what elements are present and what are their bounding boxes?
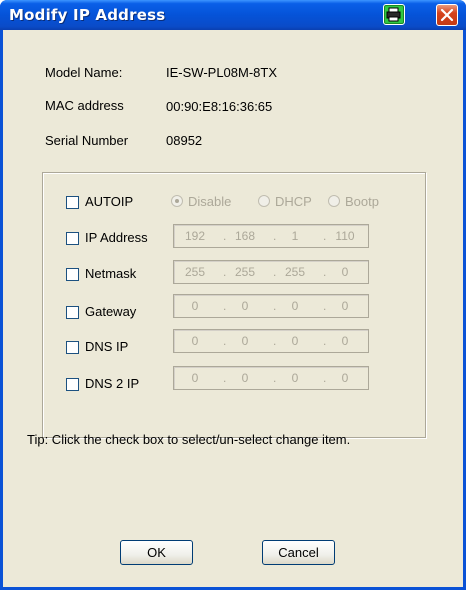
octet-3: 1	[291, 229, 299, 243]
octet-dot: .	[323, 265, 327, 279]
octet-dot: .	[223, 265, 227, 279]
serial-number-value: 08952	[166, 133, 203, 148]
octet-3: 0	[291, 371, 299, 385]
octet-4: 0	[341, 371, 349, 385]
octet-4: 0	[341, 299, 349, 313]
settings-group: AUTOIP Disable DHCP Bootp IP Address 192…	[42, 172, 426, 438]
dns-ip-field[interactable]: 0 . 0 . 0 . 0	[173, 329, 369, 353]
dns-ip-row: DNS IP 0 . 0 . 0 . 0	[43, 329, 463, 360]
dns-ip-label: DNS IP	[85, 339, 129, 354]
octet-1: 0	[191, 299, 199, 313]
radio-bootp-label: Bootp	[345, 194, 379, 209]
octet-2: 0	[241, 299, 249, 313]
close-icon	[440, 8, 454, 22]
octet-3: 0	[291, 299, 299, 313]
radio-dhcp[interactable]	[258, 195, 270, 207]
octet-dot: .	[273, 265, 277, 279]
dialog-body: Model Name: IE-SW-PL08M-8TX MAC address …	[3, 30, 463, 587]
octet-3: 0	[291, 334, 299, 348]
dns2-ip-checkbox[interactable]	[66, 378, 79, 391]
netmask-checkbox[interactable]	[66, 268, 79, 281]
octet-dot: .	[273, 229, 277, 243]
octet-3: 255	[284, 265, 306, 279]
ip-address-label: IP Address	[85, 230, 148, 245]
octet-2: 0	[241, 334, 249, 348]
gateway-label: Gateway	[85, 304, 137, 319]
ip-address-checkbox[interactable]	[66, 232, 79, 245]
octet-4: 0	[341, 265, 349, 279]
octet-dot: .	[273, 299, 277, 313]
octet-1: 0	[191, 371, 199, 385]
octet-1: 255	[184, 265, 206, 279]
octet-1: 0	[191, 334, 199, 348]
octet-dot: .	[323, 299, 327, 313]
octet-dot: .	[223, 371, 227, 385]
autoip-checkbox[interactable]	[66, 196, 79, 209]
radio-disable[interactable]	[171, 195, 183, 207]
autoip-label: AUTOIP	[85, 194, 134, 209]
octet-4: 110	[335, 229, 355, 243]
model-name-value: IE-SW-PL08M-8TX	[166, 65, 278, 80]
radio-dhcp-label: DHCP	[275, 194, 312, 209]
mac-address-value: 00:90:E8:16:36:65	[166, 99, 273, 114]
gateway-field[interactable]: 0 . 0 . 0 . 0	[173, 294, 369, 318]
dns2-ip-label: DNS 2 IP	[85, 376, 140, 391]
ip-address-row: IP Address 192 . 168 . 1 . 110	[43, 224, 463, 251]
octet-dot: .	[323, 371, 327, 385]
radio-bootp[interactable]	[328, 195, 340, 207]
tip-text: Tip: Click the check box to select/un-se…	[27, 432, 351, 447]
serial-number-label: Serial Number	[45, 133, 129, 148]
ip-address-field[interactable]: 192 . 168 . 1 . 110	[173, 224, 369, 248]
dns2-ip-row: DNS 2 IP 0 . 0 . 0 . 0	[43, 366, 463, 397]
octet-4: 0	[341, 334, 349, 348]
netmask-label: Netmask	[85, 266, 137, 281]
ok-button[interactable]: OK	[120, 540, 193, 565]
close-button[interactable]	[436, 4, 458, 26]
octet-2: 168	[234, 229, 256, 243]
octet-dot: .	[273, 371, 277, 385]
title-bar[interactable]: Modify IP Address	[0, 0, 466, 30]
octet-1: 192	[184, 229, 206, 243]
dns-ip-checkbox[interactable]	[66, 341, 79, 354]
octet-dot: .	[273, 334, 277, 348]
gateway-checkbox[interactable]	[66, 306, 79, 319]
printer-icon[interactable]	[383, 4, 405, 25]
cancel-button[interactable]: Cancel	[262, 540, 335, 565]
autoip-row: AUTOIP Disable DHCP Bootp	[43, 193, 463, 215]
octet-dot: .	[223, 299, 227, 313]
octet-dot: .	[323, 229, 327, 243]
model-name-label: Model Name:	[45, 65, 123, 80]
octet-2: 0	[241, 371, 249, 385]
window-title: Modify IP Address	[9, 6, 166, 24]
dns2-ip-field[interactable]: 0 . 0 . 0 . 0	[173, 366, 369, 390]
octet-2: 255	[234, 265, 256, 279]
octet-dot: .	[323, 334, 327, 348]
radio-disable-label: Disable	[188, 194, 232, 209]
gateway-row: Gateway 0 . 0 . 0 . 0	[43, 294, 463, 325]
octet-dot: .	[223, 334, 227, 348]
netmask-row: Netmask 255 . 255 . 255 . 0	[43, 260, 463, 287]
mac-address-label: MAC address	[45, 98, 124, 113]
netmask-field[interactable]: 255 . 255 . 255 . 0	[173, 260, 369, 284]
dialog-window: Modify IP Address Model Name: IE-SW-PL08…	[0, 0, 466, 590]
octet-dot: .	[223, 229, 227, 243]
